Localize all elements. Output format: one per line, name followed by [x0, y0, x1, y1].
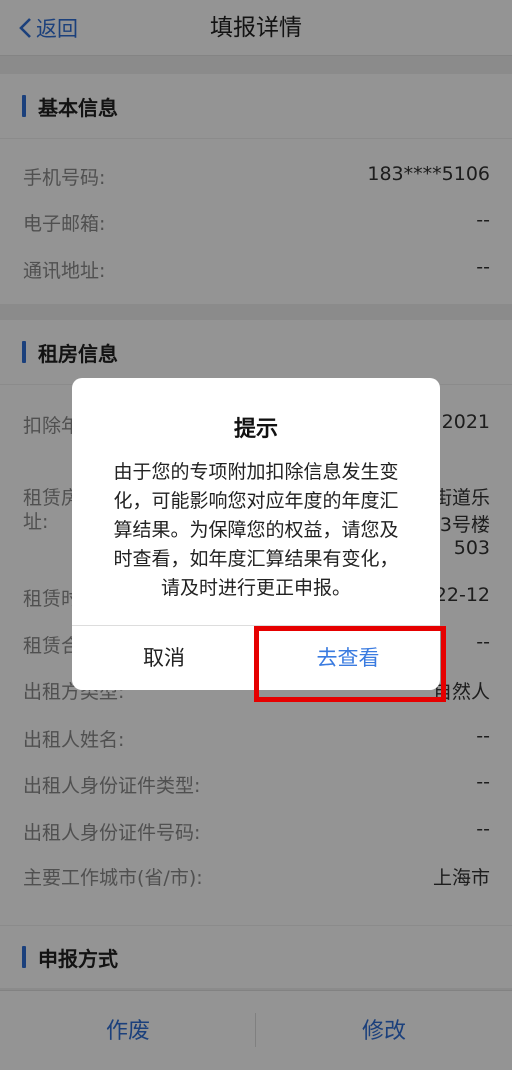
dialog-message-line: 化，可能影响您对应年度的年度汇: [113, 490, 399, 512]
dialog-message-line: 算结果。为保障您的权益，请您及: [113, 519, 399, 541]
cancel-button[interactable]: 取消: [72, 626, 256, 690]
dialog-message-line: 时查看，如年度汇算结果有变化，: [113, 548, 399, 570]
dialog-message-line: 由于您的专项附加扣除信息发生变: [113, 461, 399, 483]
highlight-box: [254, 626, 446, 702]
dialog-title: 提示: [233, 417, 278, 442]
dialog-message-line: 请及时进行更正申报。: [160, 577, 351, 599]
dialog-message: 由于您的专项附加扣除信息发生变 化，可能影响您对应年度的年度汇 算结果。为保障您…: [94, 458, 418, 603]
